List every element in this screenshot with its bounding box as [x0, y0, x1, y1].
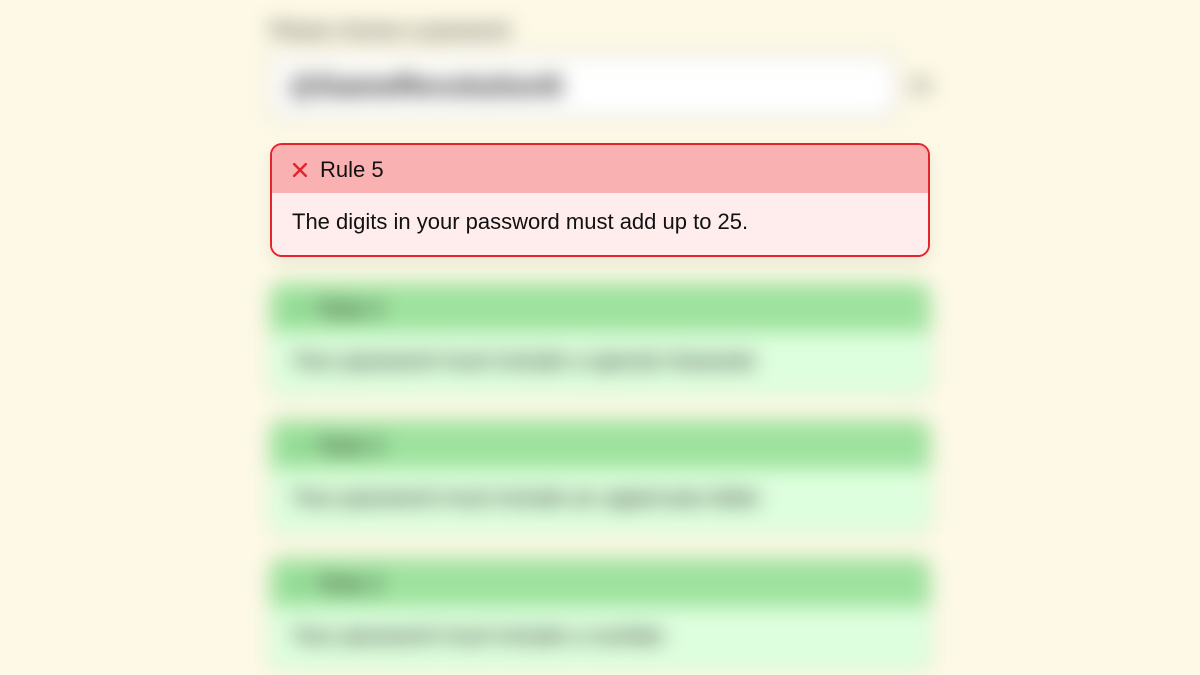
rule-label: Rule 4	[319, 296, 383, 322]
rule-text: The digits in your password must add up …	[272, 193, 928, 255]
password-input[interactable]: @GameRevolution5	[270, 55, 896, 117]
rule-card-passed: Rule 3 Your password must include an upp…	[270, 420, 930, 532]
x-icon	[290, 160, 310, 180]
check-icon	[289, 299, 309, 319]
check-icon	[289, 436, 309, 456]
rule-label: Rule 3	[319, 433, 383, 459]
rule-text: Your password must include a number.	[271, 607, 929, 669]
rule-label: Rule 5	[320, 157, 384, 183]
rule-label: Rule 2	[319, 571, 383, 597]
check-icon	[289, 574, 309, 594]
rule-text: Your password must include a special cha…	[271, 332, 929, 394]
rule-card-passed: Rule 4 Your password must include a spec…	[270, 283, 930, 395]
character-count: 16	[910, 76, 930, 97]
rule-text: Your password must include an uppercase …	[271, 469, 929, 531]
prompt-label: Please choose a password	[270, 20, 930, 43]
rule-card-failed: Rule 5 The digits in your password must …	[270, 143, 930, 257]
rule-card-passed: Rule 2 Your password must include a numb…	[270, 558, 930, 670]
